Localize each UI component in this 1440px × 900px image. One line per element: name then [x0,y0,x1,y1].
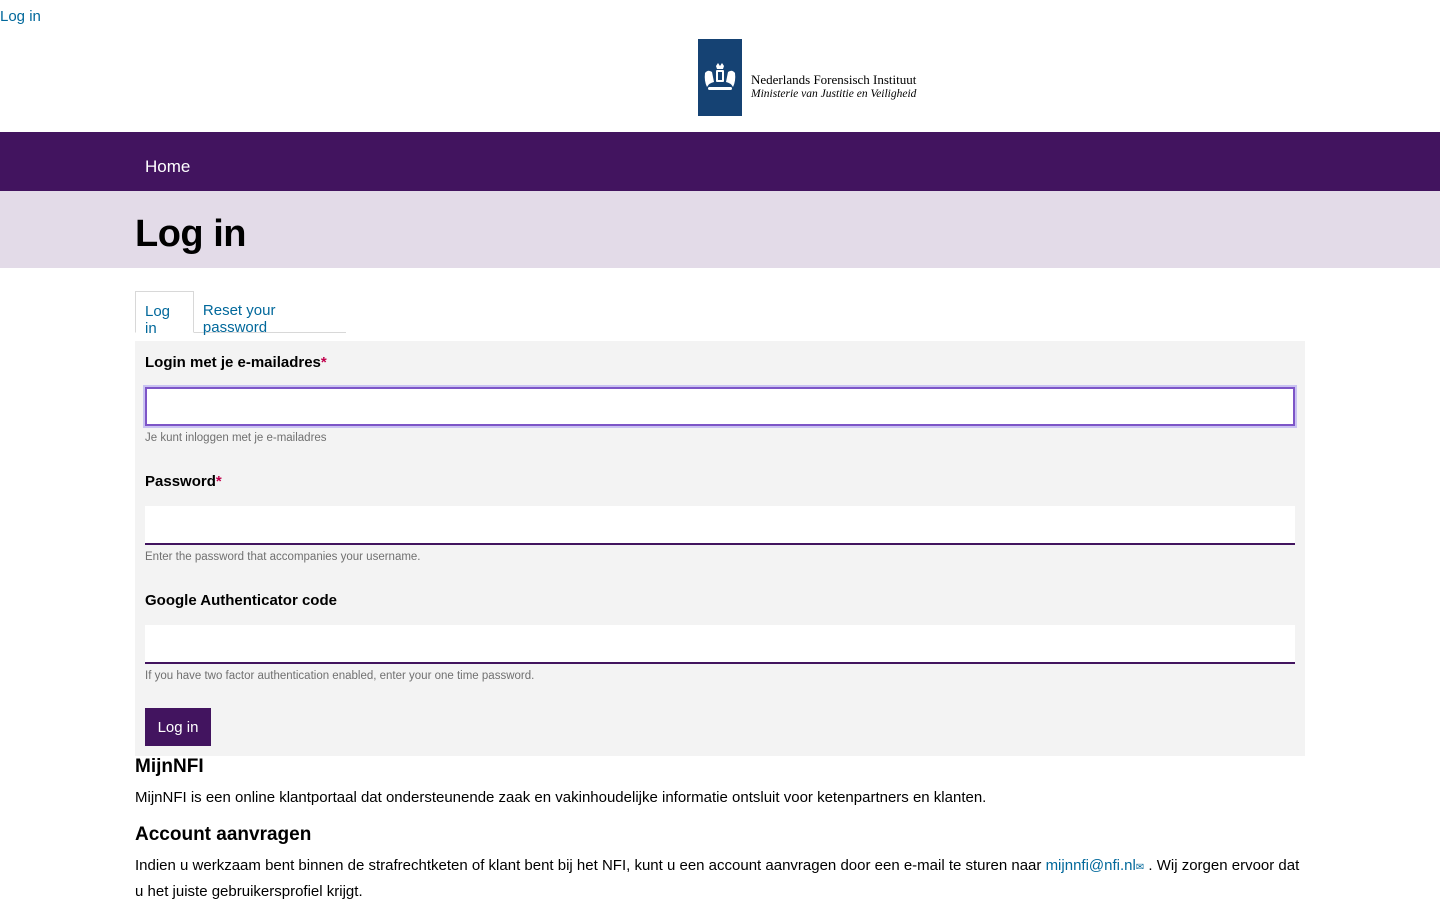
email-field-label: Login met je e-mailadres* [145,354,327,371]
info-section: MijnNFI MijnNFI is een online klantporta… [135,756,1305,900]
logo-ministry-name: Ministerie van Justitie en Veiligheid [751,88,917,100]
account-request-heading: Account aanvragen [135,824,312,845]
envelope-icon: ✉ [1135,862,1145,873]
password-label-text: Password [145,473,216,490]
password-field[interactable] [145,506,1295,545]
otp-field-label: Google Authenticator code [145,592,337,609]
page-title-band: Log in [0,191,1440,268]
logo[interactable]: Nederlands Forensisch Instituut Minister… [698,39,916,116]
tab-reset-password[interactable]: Reset your password [194,291,346,336]
account-request-text: Indien u werkzaam bent binnen de strafre… [135,854,1305,900]
page-title: Log in [135,213,246,255]
nav-home-link[interactable]: Home [145,157,190,177]
email-link[interactable]: mijnnfi@nfi.nl [1046,857,1136,874]
login-submit-button[interactable]: Log in [145,708,211,746]
login-form: Login met je e-mailadres* Je kunt inlogg… [135,341,1305,756]
required-marker: * [215,473,222,490]
main-navigation: Home [0,132,1440,191]
required-marker: * [320,354,327,371]
email-help-text: Je kunt inloggen met je e-mailadres [145,432,327,444]
password-help-text: Enter the password that accompanies your… [145,551,421,563]
top-login-link[interactable]: Log in [0,8,41,25]
password-field-label: Password* [145,473,222,490]
otp-field[interactable] [145,625,1295,664]
tab-log-in[interactable]: Log in [135,291,194,337]
otp-help-text: If you have two factor authentication en… [145,670,535,682]
email-label-text: Login met je e-mailadres [145,354,321,371]
account-request-text-before: Indien u werkzaam bent binnen de strafre… [135,857,1046,874]
logo-text: Nederlands Forensisch Instituut Minister… [751,72,916,101]
logo-organisation-name: Nederlands Forensisch Instituut [751,72,917,87]
login-tabs: Log in Reset your password [135,291,346,337]
mijnnfi-description: MijnNFI is een online klantportaal dat o… [135,789,987,806]
royal-crest-icon [698,39,742,116]
mijnnfi-heading: MijnNFI [135,756,204,777]
email-field[interactable] [145,387,1295,426]
